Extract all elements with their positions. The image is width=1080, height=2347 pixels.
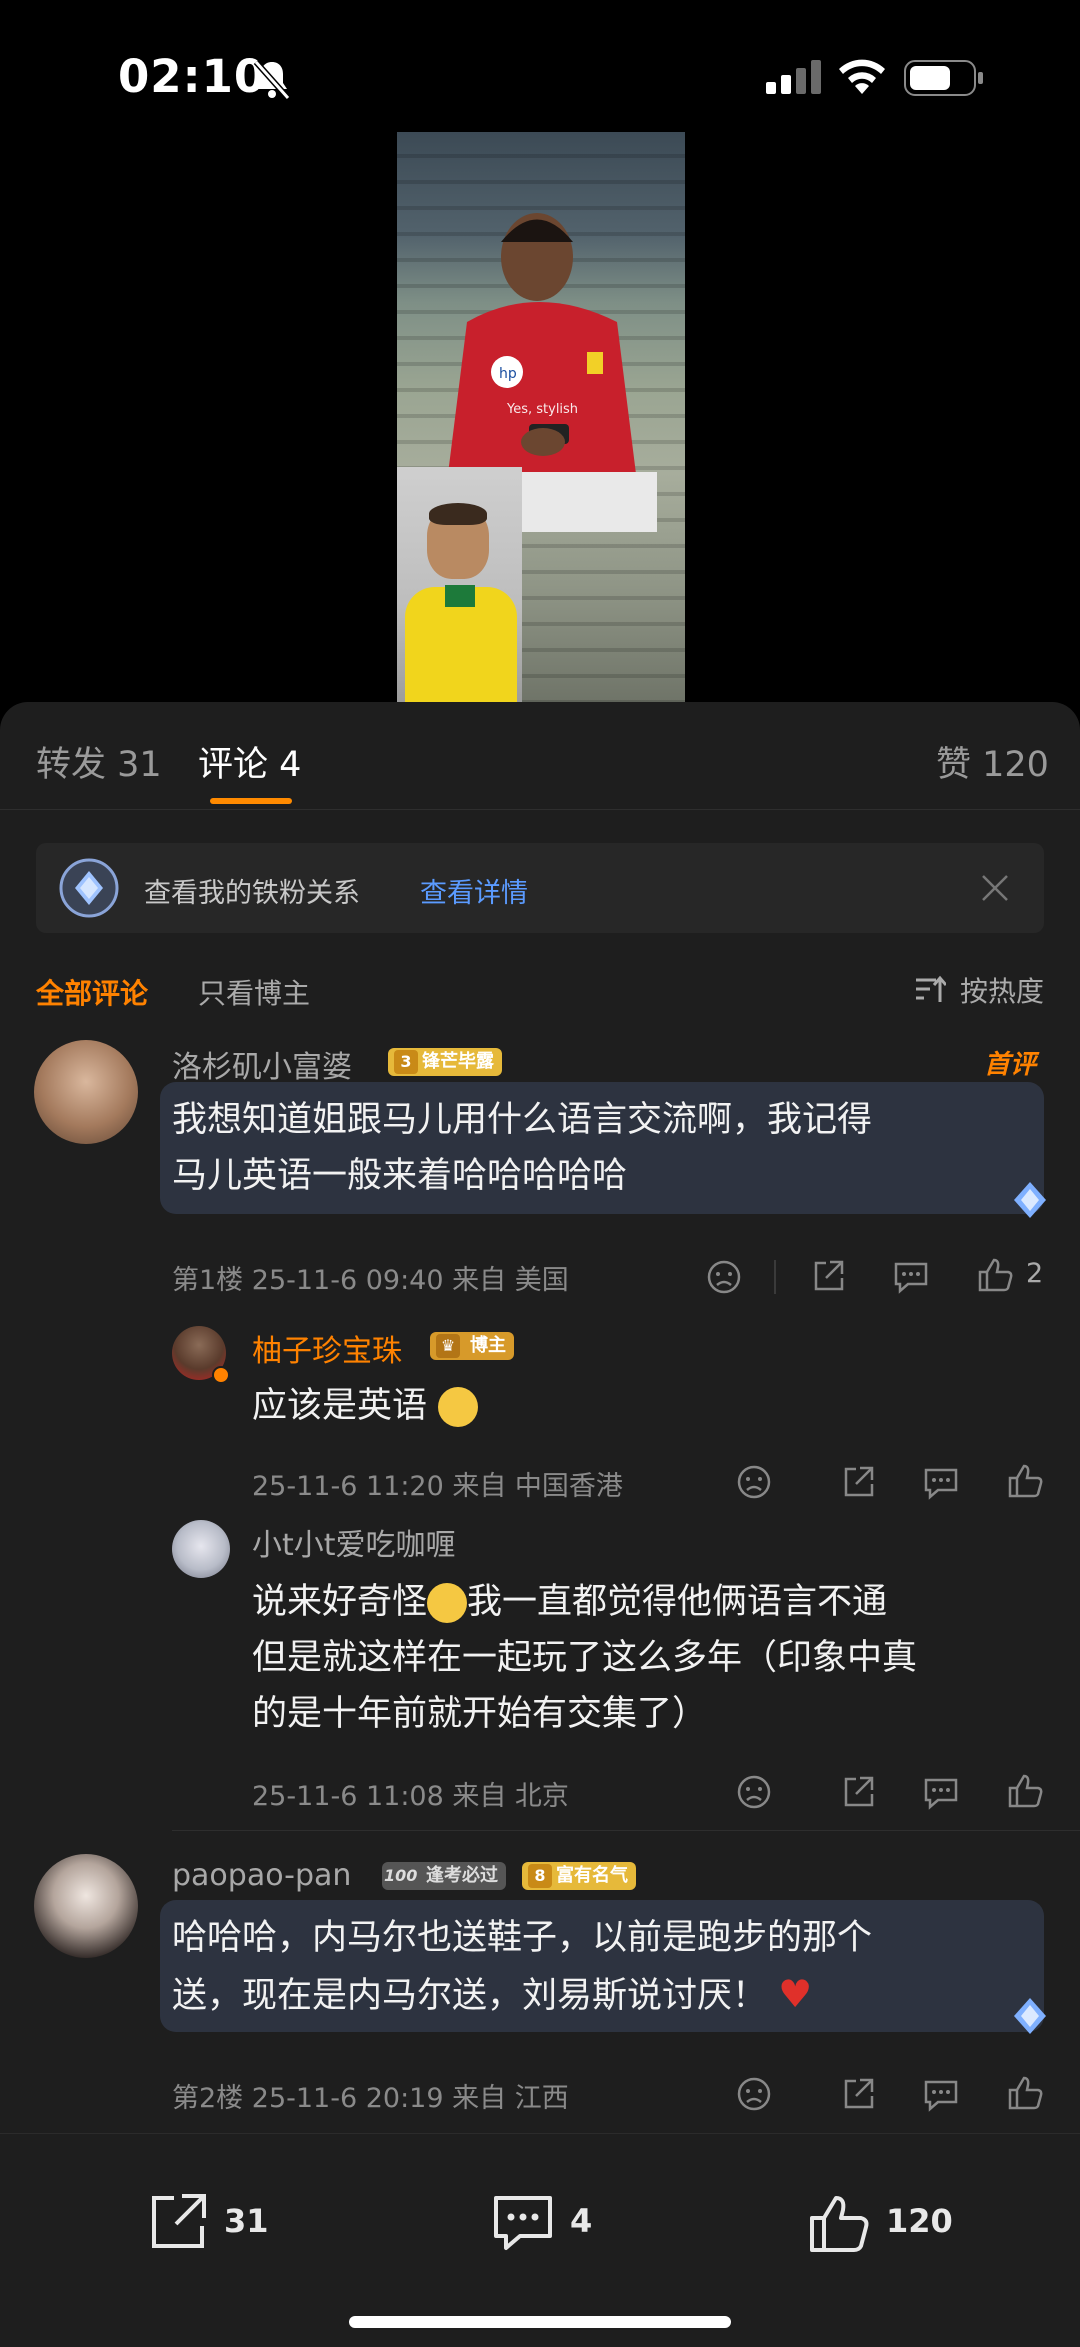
diamond-icon (1014, 1998, 1046, 2034)
fans-badge-icon (59, 858, 119, 918)
filter-author-only[interactable]: 只看博主 (198, 972, 310, 1012)
tab-repost[interactable]: 转发 31 (36, 736, 162, 787)
like-count[interactable]: 120 (886, 2202, 953, 2240)
reply-text: 应该是英语 (252, 1378, 479, 1434)
like-icon[interactable] (1006, 1772, 1044, 1810)
comment-text: 我想知道姐跟马儿用什么语言交流啊，我记得 马儿英语一般来着哈哈哈哈哈 (172, 1100, 873, 1196)
reply-meta: 25-11-6 11:20 来自 中国香港 (252, 1471, 623, 1502)
bottom-action-bar: 31 4 120 (0, 2133, 1080, 2347)
avatar[interactable] (34, 1040, 138, 1144)
first-comment-tag: 首评 (984, 1050, 1037, 1080)
like-icon[interactable] (1006, 1462, 1044, 1500)
comment-divider (172, 1830, 1080, 1831)
share-icon[interactable] (840, 2076, 876, 2112)
dislike-icon[interactable] (736, 2076, 772, 2112)
tab-comments[interactable]: 评论 4 (198, 736, 301, 787)
svg-text:hp: hp (499, 366, 517, 382)
exam-badge: 100 逢考必过 (382, 1862, 506, 1890)
sort-by-popularity[interactable]: 按热度 (960, 970, 1044, 1010)
close-icon[interactable] (980, 873, 1010, 903)
crying-emoji-icon (438, 1387, 479, 1427)
like-icon[interactable] (806, 2192, 872, 2256)
verified-badge (212, 1366, 230, 1384)
comment-author[interactable]: paopao-pan (172, 1858, 351, 1893)
share-icon[interactable] (840, 1774, 876, 1810)
tab-likes[interactable]: 赞 120 (936, 736, 1049, 787)
dislike-icon[interactable] (706, 1259, 742, 1295)
reply-meta: 25-11-6 11:08 来自 北京 (252, 1781, 569, 1812)
fan-level-badge: 8 富有名气 (522, 1862, 636, 1890)
reply-icon[interactable] (922, 1774, 960, 1810)
reply-author[interactable]: 小t小t爱吃咖喱 (252, 1520, 456, 1564)
filter-all-comments[interactable]: 全部评论 (36, 972, 148, 1012)
sort-icon[interactable] (914, 974, 946, 1004)
tab-indicator (210, 798, 292, 804)
share-icon[interactable] (810, 1258, 846, 1294)
diamond-icon (1014, 1182, 1046, 1218)
comment-text: 哈哈哈，内马尔也送鞋子，以前是跑步的那个 送，现在是内马尔送，刘易斯说讨厌！ ♥ (172, 1918, 873, 2016)
reply-author[interactable]: 柚子珍宝珠 (252, 1326, 402, 1370)
crying-emoji-icon (427, 1583, 468, 1623)
comment-author[interactable]: 洛杉矶小富婆 (172, 1042, 352, 1086)
reply-text: 说来好奇怪 我一直都觉得他俩语言不通 但是就这样在一起玩了这么多年（印象中真 的是… (252, 1582, 918, 1734)
like-count: 2 (1026, 1258, 1044, 1289)
like-icon[interactable] (976, 1256, 1014, 1294)
divider (774, 1260, 776, 1294)
heart-icon: ♥ (778, 1972, 813, 2016)
comment-count[interactable]: 4 (570, 2202, 592, 2240)
tab-bar: 转发 31 评论 4 赞 120 (0, 702, 1080, 810)
author-badge: ♛ 博主 (430, 1332, 514, 1360)
like-icon[interactable] (1006, 2074, 1044, 2112)
comments-sheet: 转发 31 评论 4 赞 120 查看我的铁粉关系 查看详情 全部评论 只看博主… (0, 702, 1080, 2347)
clock: 02:10 (118, 50, 267, 103)
cellular-signal-icon (766, 60, 821, 94)
fan-level-badge: 3 锋芒毕露 (388, 1048, 502, 1076)
fans-banner-text: 查看我的铁粉关系 (144, 878, 360, 909)
comment-meta: 第2楼 25-11-6 20:19 来自 江西 (172, 2083, 569, 2114)
repost-icon[interactable] (146, 2192, 210, 2252)
battery-icon (904, 60, 983, 96)
share-icon[interactable] (840, 1464, 876, 1500)
repost-count[interactable]: 31 (224, 2202, 269, 2240)
reply-icon[interactable] (892, 1258, 930, 1294)
fans-banner-link[interactable]: 查看详情 (420, 871, 528, 910)
home-indicator[interactable] (349, 2316, 731, 2328)
reply-icon[interactable] (922, 1464, 960, 1500)
reply-icon[interactable] (922, 2076, 960, 2112)
fans-banner[interactable]: 查看我的铁粉关系 查看详情 (36, 843, 1044, 933)
wifi-icon (839, 59, 885, 94)
video-caption: Yes, stylish (507, 402, 579, 417)
avatar[interactable] (172, 1520, 230, 1578)
comment-meta: 第1楼 25-11-6 09:40 来自 美国 (172, 1265, 569, 1296)
comment-filters: 全部评论 只看博主 按热度 (0, 952, 1080, 1022)
dislike-icon[interactable] (736, 1774, 772, 1810)
avatar[interactable] (34, 1854, 138, 1958)
picture-in-picture[interactable] (397, 467, 522, 702)
bell-muted-icon (253, 60, 291, 100)
video-player[interactable]: hp Yes, stylish (397, 132, 685, 702)
dislike-icon[interactable] (736, 1464, 772, 1500)
comment-icon[interactable] (490, 2192, 556, 2254)
status-bar: 02:10 (0, 0, 1080, 140)
